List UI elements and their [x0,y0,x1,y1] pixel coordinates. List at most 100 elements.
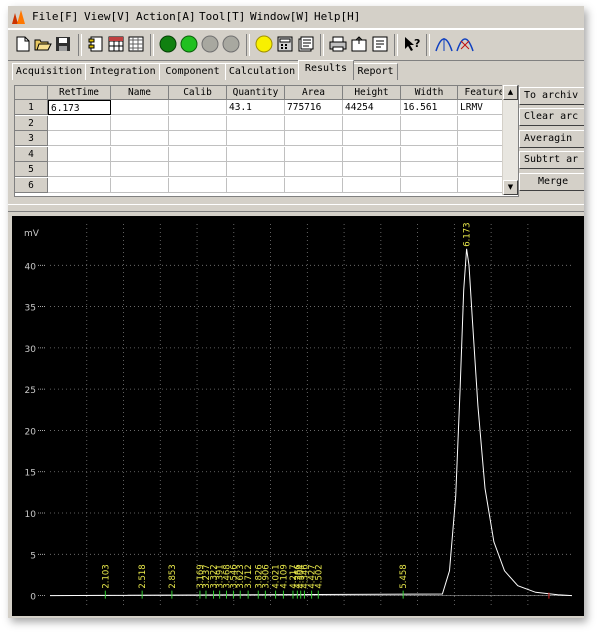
table-cell[interactable] [285,146,343,162]
row-header[interactable]: 3 [15,131,48,146]
table-cell[interactable] [169,100,227,115]
column-header-calib[interactable]: Calib [169,86,227,100]
row-header[interactable]: 4 [15,146,48,162]
table-cell[interactable] [169,115,227,131]
menu-file[interactable]: File[F] [32,10,78,23]
averaging-button[interactable]: Averagin [519,130,584,148]
table-cell[interactable] [285,177,343,193]
peak-split-icon[interactable] [455,34,475,54]
merge-button[interactable]: Merge [519,173,584,191]
run-icon[interactable] [179,34,199,54]
table-cell[interactable] [343,162,401,177]
table-cell[interactable] [48,162,111,177]
table-cell[interactable] [169,131,227,146]
new-icon[interactable] [13,34,33,54]
peak-label: 4.502 [314,564,324,588]
menu-window[interactable]: Window[W] [250,10,310,23]
import-icon[interactable] [370,34,390,54]
table-cell[interactable] [401,146,458,162]
table-cell[interactable] [285,162,343,177]
table-cell[interactable] [285,115,343,131]
table-cell[interactable] [343,146,401,162]
open-icon[interactable] [33,34,53,54]
svg-text:?: ? [414,37,420,50]
clear-archive-button[interactable]: Clear arc [519,108,584,126]
table-cell[interactable] [111,115,169,131]
column-header-area[interactable]: Area [285,86,343,100]
column-header-name[interactable]: Name [111,86,169,100]
peak-mark-icon[interactable] [434,34,454,54]
table-scrollbar[interactable]: ▲ ▼ [502,85,518,195]
table-cell[interactable] [111,131,169,146]
tab-bar: Acquisition Integration Component Calcul… [8,60,584,80]
table-cell[interactable] [343,115,401,131]
table-cell[interactable] [48,115,111,131]
tab-results[interactable]: Results [298,60,354,80]
table-cell[interactable] [401,115,458,131]
table-cell[interactable]: 6.173 [48,100,111,115]
chromatogram-plot[interactable]: 40 35 30 25 20 15 10 5 0 mV 2.103 2.518 2.853 3.169 3.… [12,216,584,616]
table-cell[interactable]: 44254 [343,100,401,115]
pause-icon[interactable] [221,34,241,54]
tab-calculation[interactable]: Calculation [225,63,299,80]
column-header-quantity[interactable]: Quantity [227,86,285,100]
pane-splitter[interactable] [8,204,584,212]
whats-this-icon[interactable]: ? [402,34,422,54]
table-cell[interactable] [227,115,285,131]
table-icon[interactable] [106,34,126,54]
scroll-up-icon[interactable]: ▲ [503,85,518,100]
row-header[interactable]: 1 [15,100,48,115]
table-cell[interactable] [227,162,285,177]
toolbar: ? [8,29,584,61]
table-cell[interactable] [227,146,285,162]
tab-integration[interactable]: Integration [85,63,160,80]
table-cell[interactable] [343,177,401,193]
print-icon[interactable] [328,34,348,54]
table-cell[interactable] [227,177,285,193]
scroll-down-icon[interactable]: ▼ [503,180,518,195]
table-cell[interactable] [169,146,227,162]
light-icon[interactable] [254,34,274,54]
tab-component[interactable]: Component [159,63,226,80]
menu-help[interactable]: Help[H] [314,10,360,23]
column-header-height[interactable]: Height [343,86,401,100]
table-cell[interactable]: 16.561 [401,100,458,115]
menu-tool[interactable]: Tool[T] [199,10,245,23]
table-cell[interactable] [401,177,458,193]
calculator-icon[interactable] [275,34,295,54]
export-icon[interactable] [349,34,369,54]
table-cell[interactable] [111,162,169,177]
tab-acquisition[interactable]: Acquisition [12,63,86,80]
row-header[interactable]: 5 [15,162,48,177]
grid-icon[interactable] [126,34,146,54]
subtract-archive-button[interactable]: Subtrt ar [519,151,584,169]
method-icon[interactable] [86,34,106,54]
row-header[interactable]: 2 [15,115,48,131]
table-cell[interactable] [111,100,169,115]
table-cell[interactable] [169,177,227,193]
table-cell[interactable]: 43.1 [227,100,285,115]
stop-icon[interactable] [200,34,220,54]
menu-action[interactable]: Action[A] [136,10,196,23]
report-icon[interactable] [296,34,316,54]
column-header-width[interactable]: Width [401,86,458,100]
table-cell[interactable] [227,131,285,146]
menu-view[interactable]: View[V] [84,10,130,23]
table-cell[interactable] [401,162,458,177]
start-acq-icon[interactable] [158,34,178,54]
table-cell[interactable] [169,162,227,177]
table-cell[interactable] [48,131,111,146]
table-cell[interactable]: 775716 [285,100,343,115]
to-archive-button[interactable]: To archiv [519,87,584,105]
tab-report[interactable]: Report [353,63,398,80]
table-cell[interactable] [48,177,111,193]
table-cell[interactable] [343,131,401,146]
table-cell[interactable] [111,177,169,193]
table-cell[interactable] [48,146,111,162]
row-header[interactable]: 6 [15,177,48,193]
column-header-rettime[interactable]: RetTime [48,86,111,100]
table-cell[interactable] [285,131,343,146]
table-cell[interactable] [401,131,458,146]
save-icon[interactable] [53,34,73,54]
table-cell[interactable] [111,146,169,162]
